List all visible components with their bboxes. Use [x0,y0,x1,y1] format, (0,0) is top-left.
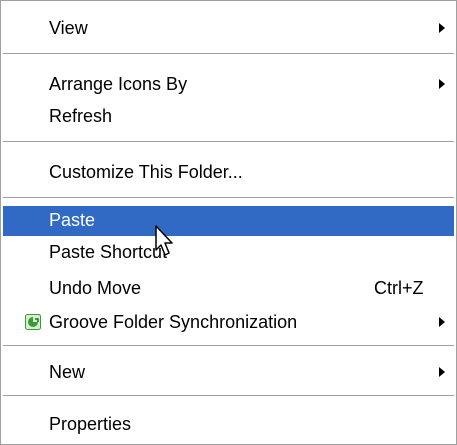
submenu-arrow-icon [439,23,445,33]
menu-item-properties[interactable]: Properties [3,411,454,437]
submenu-arrow-icon [439,367,445,377]
menu-item-label: Refresh [49,106,113,126]
menu-item-label: Undo Move [49,278,142,298]
menu-item-shortcut: Ctrl+Z [374,278,424,298]
menu-item-groove-folder-synchronization[interactable]: Groove Folder Synchronization [3,309,454,335]
groove-icon [25,314,41,330]
menu-item-view[interactable]: View [3,15,454,41]
menu-item-label: Arrange Icons By [49,74,188,94]
menu-item-label: View [49,18,88,38]
menu-item-arrange-icons-by[interactable]: Arrange Icons By [3,71,454,97]
menu-item-paste-shortcut[interactable]: Paste Shortcut [3,239,454,265]
menu-separator [3,395,454,396]
menu-separator [3,197,454,198]
menu-item-label: Paste Shortcut [49,242,168,262]
submenu-arrow-icon [439,317,445,327]
menu-item-undo-move[interactable]: Undo Move Ctrl+Z [3,275,454,301]
menu-item-refresh[interactable]: Refresh [3,103,454,129]
menu-separator [3,345,454,346]
menu-item-label: New [49,362,86,382]
menu-item-label: Properties [49,414,132,434]
menu-item-customize-this-folder[interactable]: Customize This Folder... [3,159,454,185]
submenu-arrow-icon [439,79,445,89]
menu-item-new[interactable]: New [3,359,454,385]
menu-item-label: Groove Folder Synchronization [49,312,298,332]
menu-separator [3,141,454,142]
menu-item-label: Paste [49,210,96,230]
menu-separator [3,53,454,54]
context-menu: View Arrange Icons By Refresh Customize … [0,0,457,445]
menu-item-paste[interactable]: Paste [3,206,454,236]
menu-item-label: Customize This Folder... [49,162,243,182]
